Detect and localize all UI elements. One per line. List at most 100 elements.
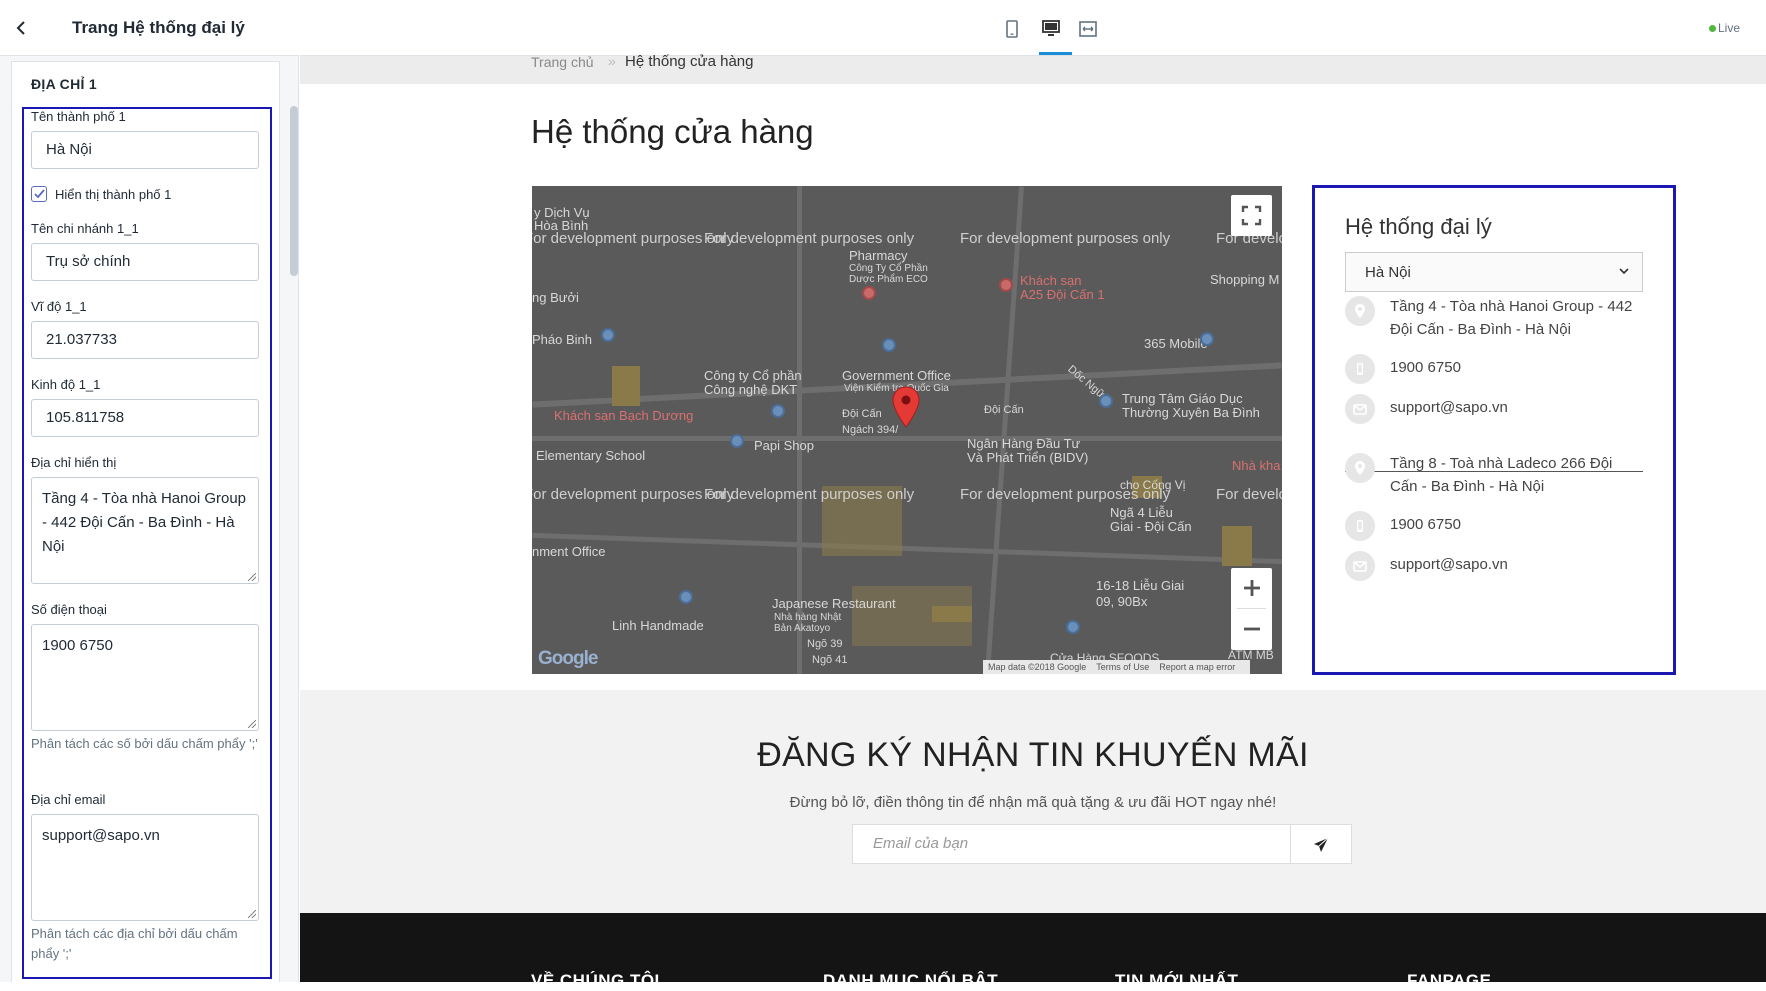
map-poi-icon xyxy=(882,338,896,352)
map-poi-icon xyxy=(679,590,693,604)
send-icon xyxy=(1314,837,1329,852)
sidebar-title: Trang Hệ thống đại lý xyxy=(72,18,245,37)
map-label: Nhà kha xyxy=(1232,458,1281,473)
sidebar-scrollbar[interactable] xyxy=(290,106,298,276)
location-icon xyxy=(1345,296,1375,326)
phone-textarea[interactable]: 1900 6750 xyxy=(31,624,259,731)
map-zoom-in-button[interactable] xyxy=(1231,568,1272,608)
page-title: Hệ thống cửa hàng xyxy=(531,113,814,150)
report-error-link[interactable]: Report a map error xyxy=(1159,662,1235,672)
location-icon xyxy=(1345,453,1375,483)
breadcrumb-separator: » xyxy=(608,53,616,69)
map-attribution: Map data ©2018 Google Terms of Use Report … xyxy=(983,660,1251,674)
address-text: Tầng 4 - Tòa nhà Hanoi Group - 442 Đội C… xyxy=(42,490,247,555)
map-label: Linh Handmade xyxy=(612,618,704,633)
mobile-view-button[interactable] xyxy=(1001,18,1023,40)
store-map[interactable]: For development purposes only For develo… xyxy=(532,186,1282,674)
newsletter-email-input[interactable]: Email của bạn xyxy=(852,824,1291,864)
map-watermark: For development purposes only xyxy=(960,230,1171,247)
branch-phone: 1900 6750 xyxy=(1390,359,1461,376)
map-label: 365 Mobile xyxy=(1144,336,1208,351)
chevron-left-icon xyxy=(16,21,25,35)
map-label: y Dịch Vụ Hòa Bình xyxy=(534,205,590,233)
address-label: Địa chỉ hiển thị xyxy=(31,455,117,470)
email-icon xyxy=(1345,551,1375,581)
breadcrumb-home-link[interactable]: Trang chủ xyxy=(531,54,594,70)
map-fullscreen-button[interactable] xyxy=(1231,195,1272,236)
plus-icon xyxy=(1243,580,1260,596)
live-status-dot-icon xyxy=(1709,25,1716,32)
address-textarea[interactable]: Tầng 4 - Tòa nhà Hanoi Group - 442 Đội C… xyxy=(31,477,259,584)
branch-phone: 1900 6750 xyxy=(1390,516,1461,533)
latitude-input[interactable]: 21.037733 xyxy=(31,321,259,359)
fullwidth-view-button[interactable] xyxy=(1077,18,1099,40)
minus-icon xyxy=(1243,627,1260,631)
show-city-label: Hiển thị thành phố 1 xyxy=(55,187,172,202)
map-zoom-out-button[interactable] xyxy=(1231,609,1272,649)
desktop-icon xyxy=(1042,20,1060,36)
newsletter-section: ĐĂNG KÝ NHẬN TIN KHUYẾN MÃI Đừng bỏ lỡ, … xyxy=(300,690,1766,913)
longitude-label: Kinh độ 1_1 xyxy=(31,377,101,392)
resize-handle[interactable] xyxy=(248,720,256,728)
phone-label: Số điện thoại xyxy=(31,602,107,617)
show-city-checkbox[interactable] xyxy=(31,186,47,202)
footer-heading-fanpage: FANPAGE xyxy=(1407,971,1492,990)
location-pin-icon[interactable] xyxy=(892,386,920,428)
map-block xyxy=(932,606,972,622)
branch-input[interactable]: Trụ sở chính xyxy=(31,243,259,281)
resize-handle[interactable] xyxy=(248,573,256,581)
phone-help-text: Phân tách các số bởi dấu chấm phẩy ';' xyxy=(31,736,258,751)
map-label: Nhà hàng Nhật Bản Akatoyo xyxy=(774,612,842,634)
map-label: Ngân Hàng Đầu Tư Và Phát Triển (BIDV) xyxy=(967,436,1089,465)
terms-link[interactable]: Terms of Use xyxy=(1096,662,1149,672)
map-label: Papi Shop xyxy=(754,438,814,453)
newsletter-submit-button[interactable] xyxy=(1291,824,1352,864)
newsletter-subtitle: Đừng bỏ lỡ, điền thông tin để nhận mã qu… xyxy=(789,794,1277,811)
email-textarea[interactable]: support@sapo.vn xyxy=(31,814,259,921)
phone-icon xyxy=(1345,354,1375,384)
map-label: Đội Cấn xyxy=(984,404,1024,416)
preview-topbar xyxy=(300,0,1766,56)
map-road xyxy=(532,532,1282,565)
breadcrumb-current: Hệ thống cửa hàng xyxy=(625,53,754,70)
map-label: Khách sạn A25 Đội Cấn 1 xyxy=(1020,273,1105,302)
city-select[interactable]: Hà Nội xyxy=(1345,252,1643,292)
map-label: Elementary School xyxy=(536,448,646,463)
longitude-input[interactable]: 105.811758 xyxy=(31,399,259,437)
map-label: Đội Cấn xyxy=(842,408,882,420)
map-label: ng Bưởi xyxy=(532,290,579,305)
editor-sidebar: Trang Hệ thống đại lý ĐỊA CHỈ 1 Tên thàn… xyxy=(0,0,299,982)
map-label: nment Office xyxy=(532,544,606,559)
latitude-label: Vĩ độ 1_1 xyxy=(31,299,87,314)
map-road xyxy=(532,436,1282,441)
city-input[interactable]: Hà Nội xyxy=(31,131,259,169)
map-poi-icon xyxy=(862,286,876,300)
desktop-view-button[interactable] xyxy=(1040,18,1062,40)
footer-heading-about: VỀ CHÚNG TÔI xyxy=(531,971,660,990)
city-label: Tên thành phố 1 xyxy=(31,109,126,124)
email-text: support@sapo.vn xyxy=(42,827,160,844)
map-road xyxy=(984,186,1025,674)
map-block xyxy=(612,366,640,406)
section-title: ĐỊA CHỈ 1 xyxy=(31,76,97,92)
live-status-label: Live xyxy=(1718,21,1741,35)
phone-text: 1900 6750 xyxy=(42,637,113,654)
map-data-text: Map data ©2018 Google xyxy=(988,662,1087,672)
branch-address: Tầng 8 - Toà nhà Ladeco 266 Đội Cấn - Ba… xyxy=(1390,455,1613,495)
map-zoom-control xyxy=(1231,568,1272,650)
map-label: Trung Tâm Giáo Dục Thường Xuyên Ba Đình xyxy=(1122,391,1260,420)
map-poi-icon xyxy=(1066,620,1080,634)
resize-handle[interactable] xyxy=(248,910,256,918)
map-label: Ngách 394/ xyxy=(842,424,899,436)
sidebar-header: Trang Hệ thống đại lý xyxy=(0,0,299,56)
mobile-icon xyxy=(1006,20,1018,38)
map-label: Government Office xyxy=(842,368,951,383)
google-logo: Google xyxy=(538,648,598,669)
map-label: Pháo Binh xyxy=(532,332,592,347)
map-label: Ngõ 39 xyxy=(807,638,843,650)
check-icon xyxy=(34,189,45,199)
map-label: Pharmacy xyxy=(849,248,908,263)
back-button[interactable] xyxy=(10,16,32,40)
site-footer: VỀ CHÚNG TÔI DANH MỤC NỔI BẬT TIN MỚI NH… xyxy=(300,913,1766,990)
map-poi-icon xyxy=(730,434,744,448)
